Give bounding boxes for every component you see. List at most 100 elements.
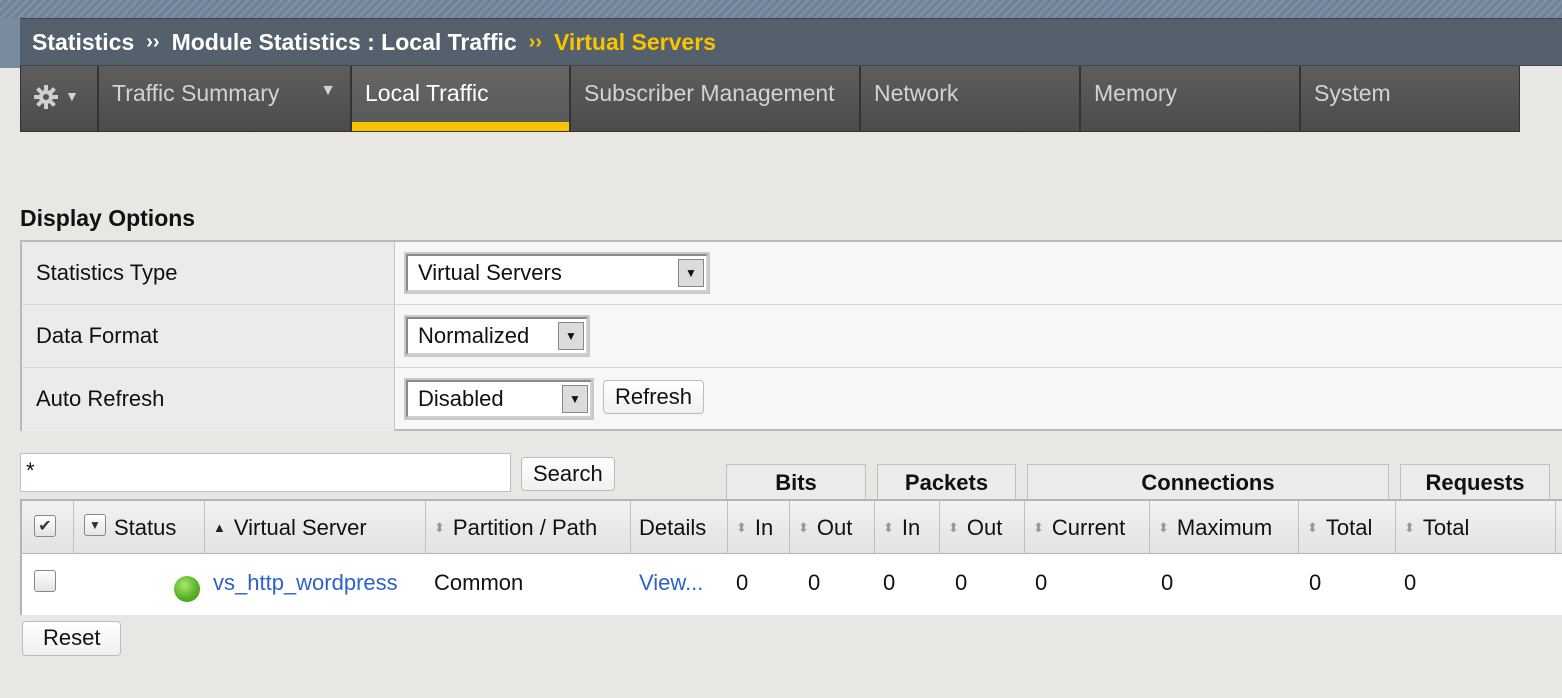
tab-label: Subscriber Management (584, 80, 835, 106)
group-header-requests: Requests (1400, 464, 1550, 499)
auto-refresh-select[interactable]: Disabled ▼ (406, 380, 592, 418)
column-header-connections-total[interactable]: ⬍ Total (1299, 501, 1396, 553)
sort-icon: ⬍ (1033, 520, 1044, 535)
statistics-type-row: Statistics Type Virtual Servers ▼ (22, 242, 1562, 305)
select-value: Virtual Servers (418, 260, 562, 285)
row-checkbox[interactable] (34, 570, 56, 592)
select-all-cell: ✔ (22, 501, 74, 553)
connections-maximum-cell: 0 (1161, 570, 1174, 595)
tab-traffic-summary[interactable]: Traffic Summary ▼ (98, 66, 351, 132)
bits-out-cell: 0 (808, 570, 821, 595)
display-options-title: Display Options (20, 205, 196, 231)
packets-in-cell: 0 (883, 570, 896, 595)
table-header-row: ✔ ▼ Status ▲ Virtual Server ⬍ Partition … (22, 501, 1562, 554)
tab-label: Network (874, 80, 959, 106)
statistics-type-select[interactable]: Virtual Servers ▼ (406, 254, 708, 292)
sort-icon: ⬍ (948, 520, 959, 535)
select-value: Disabled (418, 386, 504, 411)
column-header-status[interactable]: ▼ Status (74, 501, 205, 553)
breadcrumb-current: Virtual Servers (554, 28, 716, 55)
column-header-label: Current (1051, 515, 1126, 540)
sort-icon: ⬍ (883, 520, 894, 535)
column-header-bits-out[interactable]: ⬍ Out (790, 501, 875, 553)
group-header-bits: Bits (726, 464, 866, 499)
statistics-type-label: Statistics Type (22, 242, 395, 304)
tab-label: System (1314, 80, 1391, 106)
select-value: Normalized (418, 323, 530, 348)
search-input[interactable]: * (20, 453, 511, 492)
chevron-down-icon: ▼ (320, 82, 336, 99)
sort-icon: ⬍ (1307, 520, 1318, 535)
auto-refresh-row: Auto Refresh Disabled ▼ Refresh (22, 368, 1562, 431)
column-header-virtual-server[interactable]: ▲ Virtual Server (205, 501, 426, 553)
tab-label: Local Traffic (365, 80, 489, 106)
column-header-label: Total (1325, 515, 1373, 540)
column-header-label: Maximum (1176, 515, 1273, 540)
column-header-connections-current[interactable]: ⬍ Current (1025, 501, 1150, 553)
sort-icon: ⬍ (434, 520, 445, 535)
breadcrumb-separator: ›› (528, 30, 542, 53)
column-header-connections-maximum[interactable]: ⬍ Maximum (1150, 501, 1299, 553)
sort-icon: ⬍ (736, 520, 747, 535)
column-header-label: In (901, 515, 921, 540)
table-row: vs_http_wordpress Common View... 0 0 0 0… (22, 554, 1562, 615)
reset-button[interactable]: Reset (22, 621, 122, 656)
breadcrumb-statistics[interactable]: Statistics (32, 29, 134, 56)
dropdown-arrow-icon: ▼ (562, 385, 588, 413)
details-view-link[interactable]: View... (631, 554, 728, 615)
column-header-bits-in[interactable]: ⬍ In (728, 501, 790, 553)
connections-total-cell: 0 (1309, 570, 1322, 595)
data-format-select[interactable]: Normalized ▼ (406, 317, 588, 355)
sort-ascending-icon: ▲ (213, 520, 226, 535)
main-tab-bar: ▼ Traffic Summary ▼ Local Traffic Subscr… (20, 66, 1520, 132)
breadcrumb: Statistics ›› Module Statistics : Local … (20, 18, 1562, 66)
status-filter-dropdown-icon[interactable]: ▼ (84, 514, 106, 536)
packets-out-cell: 0 (955, 570, 968, 595)
tab-settings-menu[interactable]: ▼ (20, 66, 98, 132)
column-header-label: Total (1422, 515, 1470, 540)
tab-label: Memory (1094, 80, 1178, 106)
tab-local-traffic[interactable]: Local Traffic (351, 66, 570, 132)
virtual-servers-table: ✔ ▼ Status ▲ Virtual Server ⬍ Partition … (20, 499, 1562, 615)
sort-icon: ⬍ (1158, 520, 1169, 535)
column-header-label: In (754, 515, 774, 540)
column-header-partition-path[interactable]: ⬍ Partition / Path (426, 501, 631, 553)
breadcrumb-module-statistics[interactable]: Module Statistics : Local Traffic (172, 29, 517, 56)
column-header-details: Details (631, 501, 728, 553)
partition-cell: Common (434, 570, 524, 595)
data-format-row: Data Format Normalized ▼ (22, 305, 1562, 368)
sort-icon: ⬍ (798, 520, 809, 535)
column-header-label: Out (816, 515, 853, 540)
chevron-down-icon: ▼ (65, 88, 79, 104)
status-available-icon (174, 576, 200, 602)
left-gutter (0, 18, 20, 68)
column-header-label: Status (114, 515, 177, 540)
column-header-requests-total[interactable]: ⬍ Total (1396, 501, 1556, 553)
group-header-packets: Packets (877, 464, 1016, 499)
status-cell (74, 554, 205, 615)
select-all-checkbox[interactable]: ✔ (34, 515, 56, 537)
column-header-label: Details (639, 515, 707, 540)
tab-network[interactable]: Network (860, 66, 1080, 132)
column-header-packets-out[interactable]: ⬍ Out (940, 501, 1025, 553)
column-header-label: Out (966, 515, 1003, 540)
search-button[interactable]: Search (521, 457, 615, 491)
column-header-label: Virtual Server (233, 515, 367, 540)
dropdown-arrow-icon: ▼ (678, 259, 704, 287)
refresh-button[interactable]: Refresh (603, 380, 705, 414)
tab-memory[interactable]: Memory (1080, 66, 1300, 132)
tab-system[interactable]: System (1300, 66, 1520, 132)
auto-refresh-label: Auto Refresh (22, 368, 395, 431)
gear-icon (34, 85, 58, 109)
dropdown-arrow-icon: ▼ (558, 322, 584, 350)
requests-total-cell: 0 (1404, 570, 1417, 595)
tab-subscriber-management[interactable]: Subscriber Management (570, 66, 860, 132)
top-banner-strip (0, 0, 1562, 18)
connections-current-cell: 0 (1035, 570, 1048, 595)
tab-label: Traffic Summary (112, 80, 280, 106)
column-header-packets-in[interactable]: ⬍ In (875, 501, 940, 553)
display-options-panel: Statistics Type Virtual Servers ▼ Data F… (20, 240, 1562, 431)
virtual-server-link[interactable]: vs_http_wordpress (205, 554, 426, 615)
bits-in-cell: 0 (736, 570, 749, 595)
breadcrumb-separator: ›› (146, 30, 160, 53)
